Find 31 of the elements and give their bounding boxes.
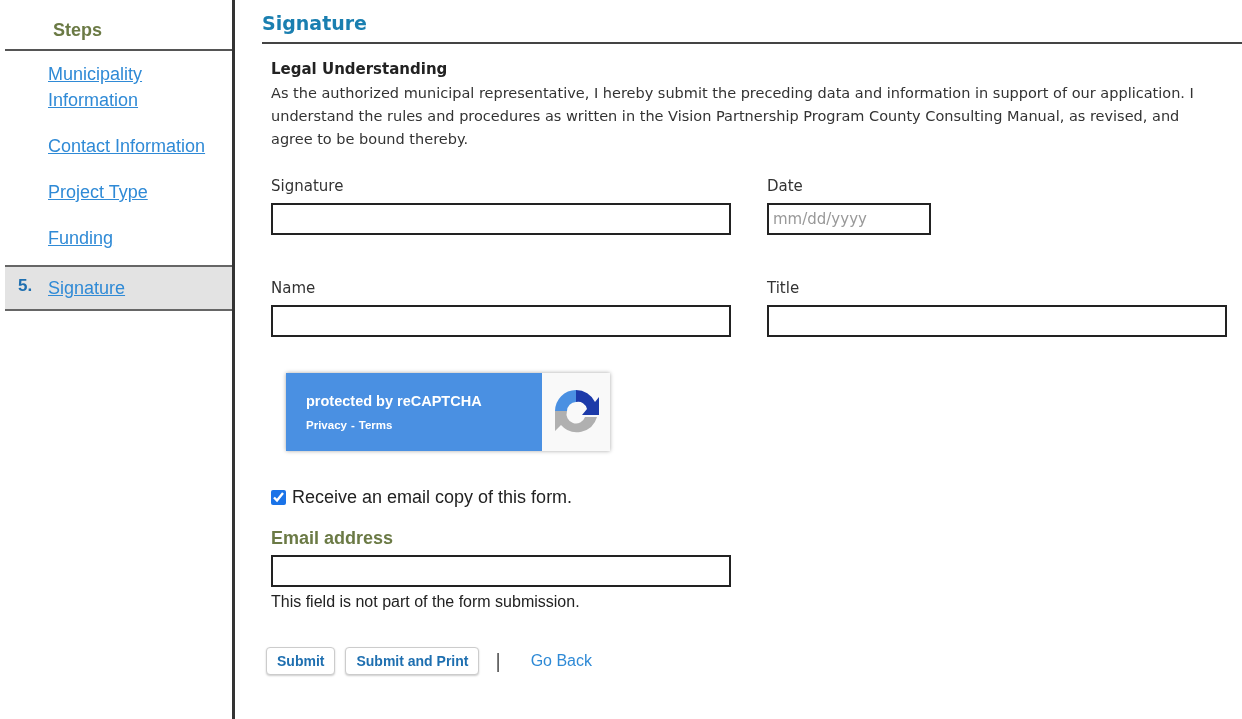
submit-print-button[interactable]: Submit and Print	[345, 647, 480, 675]
step-link[interactable]: Contact Information	[48, 133, 206, 159]
step-link[interactable]: Municipality Information	[48, 61, 218, 113]
input-field[interactable]	[271, 203, 731, 235]
email-label: Email address	[271, 528, 395, 549]
input-field[interactable]	[767, 305, 1227, 337]
field-label: Title	[767, 279, 800, 297]
go-back-link[interactable]: Go Back	[530, 652, 592, 670]
email-copy-checkbox[interactable]	[271, 490, 286, 505]
field-label: Name	[271, 279, 316, 297]
legal-text: As the authorized municipal representative, I hereby submit the preceding data and information in support of our application. I understand the rules and procedures as written in the Vision Partnership Program County Consulting Manual, as revised, and agree to be bound thereby.	[271, 84, 1195, 149]
section-heading: Legal Understanding	[271, 60, 449, 78]
page-title: Signature	[262, 12, 1242, 44]
terms-link[interactable]: Terms	[358, 419, 393, 431]
field-label: Date	[767, 177, 803, 195]
step-link[interactable]: Signature	[48, 275, 126, 301]
field-label: Signature	[271, 177, 344, 195]
checkbox-label: Receive an email copy of this form.	[292, 487, 573, 508]
step-number: 5.	[18, 275, 34, 297]
link-separator: -	[350, 419, 355, 431]
privacy-link[interactable]: Privacy	[306, 419, 347, 431]
recaptcha-text: protected by reCAPTCHA	[306, 393, 483, 409]
step-link[interactable]: Project Type	[48, 179, 148, 205]
field-note: This field is not part of the form submission.	[271, 593, 581, 611]
date-field[interactable]: mm/dd/yyyy	[767, 203, 931, 235]
step-link[interactable]: Funding	[48, 225, 114, 251]
separator: |	[495, 649, 501, 673]
submit-button[interactable]: Submit	[266, 647, 336, 675]
sidebar-heading: Steps	[5, 12, 232, 51]
email-field[interactable]	[271, 555, 731, 587]
input-field[interactable]	[271, 305, 731, 337]
